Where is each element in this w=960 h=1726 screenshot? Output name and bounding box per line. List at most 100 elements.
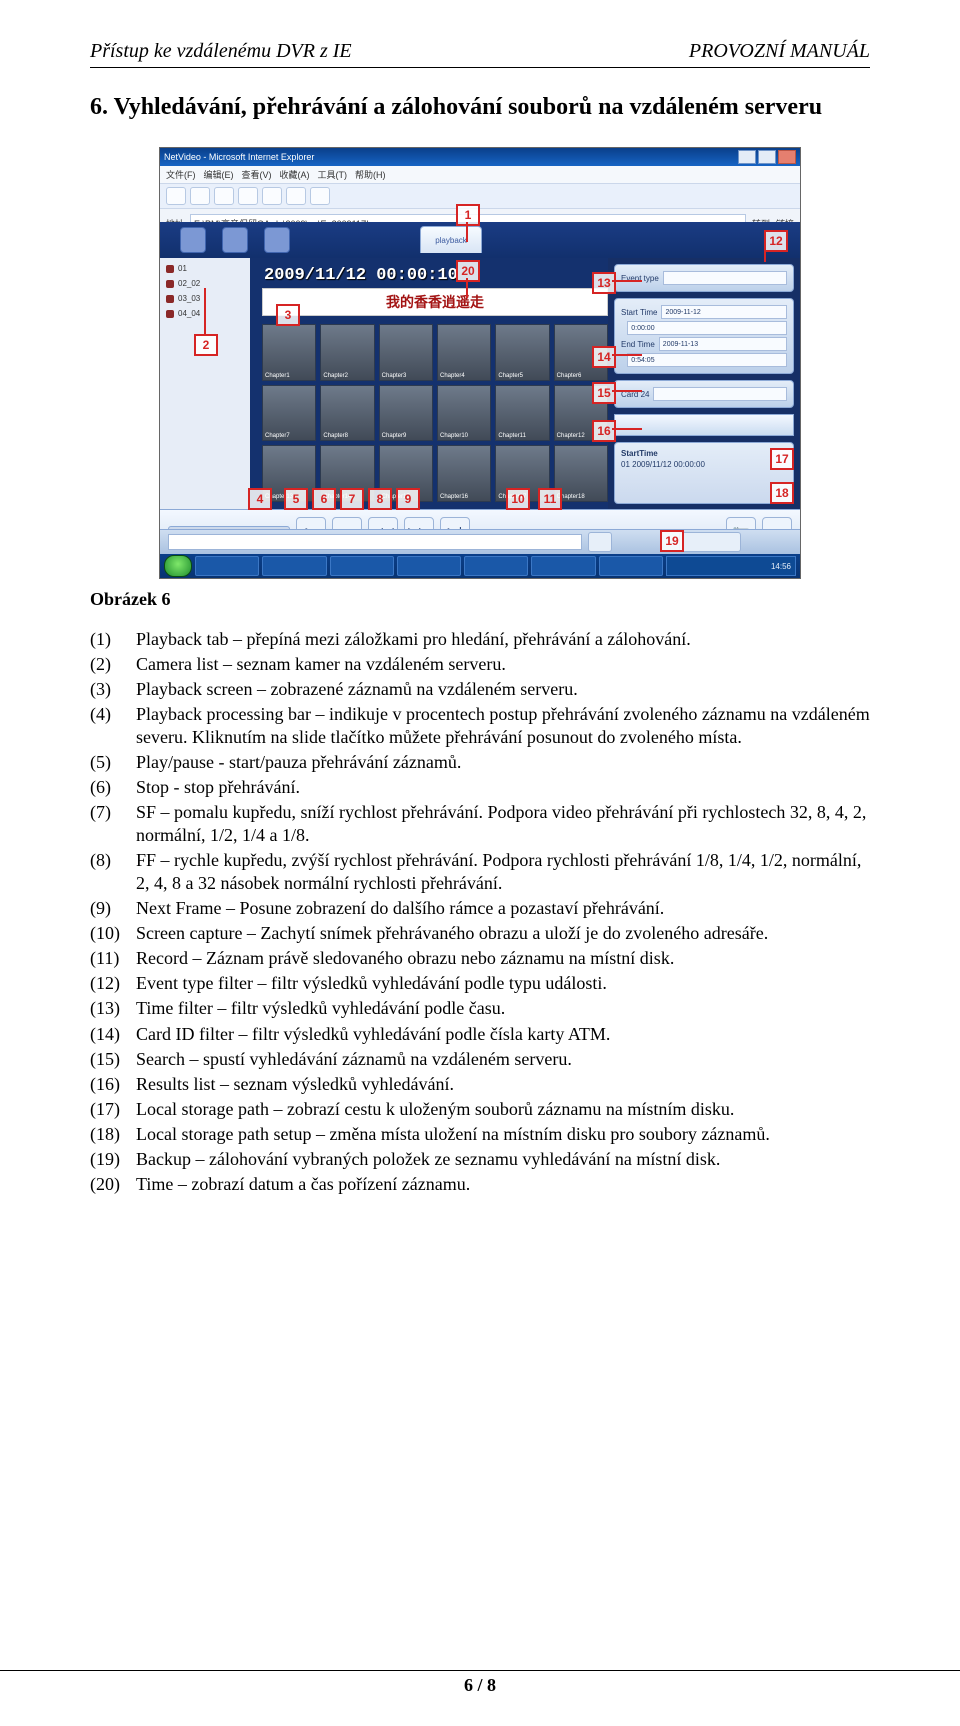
legend-text: Time filter – filtr výsledků vyhledávání… <box>136 997 870 1020</box>
thumbnail[interactable]: Chapter2 <box>320 324 374 381</box>
local-path-input[interactable] <box>168 534 582 550</box>
legend-text: Record – Záznam právě sledovaného obrazu… <box>136 947 870 970</box>
camera-icon <box>166 310 174 318</box>
menu-tools[interactable]: 工具(T) <box>318 168 348 181</box>
thumbnail[interactable]: Chapter7 <box>262 385 316 442</box>
legend-item: (15)Search – spustí vyhledávání záznamů … <box>90 1048 870 1071</box>
legend-text: SF – pomalu kupředu, sníží rychlost přeh… <box>136 801 870 847</box>
tab-playback[interactable]: playback <box>420 226 482 253</box>
header-rule <box>90 67 870 68</box>
camera-label: 04_04 <box>178 309 200 318</box>
nav-config-icon[interactable] <box>264 227 290 253</box>
callout-line <box>612 390 642 392</box>
card-id-input[interactable] <box>653 387 787 401</box>
legend-num: (20) <box>90 1173 136 1196</box>
backup-button[interactable] <box>679 532 741 552</box>
close-button[interactable] <box>778 150 796 164</box>
thumbnail[interactable]: Chapter10 <box>437 385 491 442</box>
taskbar-item[interactable] <box>599 556 663 576</box>
local-path-setup-button[interactable] <box>588 532 612 552</box>
maximize-button[interactable] <box>758 150 776 164</box>
minimize-button[interactable] <box>738 150 756 164</box>
legend-text: Screen capture – Zachytí snímek přehráva… <box>136 922 870 945</box>
legend-item: (1)Playback tab – přepíná mezi záložkami… <box>90 628 870 651</box>
camera-icon <box>166 295 174 303</box>
thumb-label: Chapter11 <box>498 433 526 439</box>
app-topbar: playback <box>160 222 800 258</box>
favorites-button[interactable] <box>310 187 330 205</box>
search-button[interactable] <box>286 187 306 205</box>
search-panel: Event type Start Time2009-11-12 0:00:00 … <box>608 258 800 510</box>
menu-view[interactable]: 查看(V) <box>242 168 272 181</box>
legend-item: (3)Playback screen – zobrazené záznamů n… <box>90 678 870 701</box>
thumb-label: Chapter4 <box>440 373 465 379</box>
thumbnail[interactable]: Chapter3 <box>379 324 433 381</box>
refresh-button[interactable] <box>238 187 258 205</box>
thumbnail[interactable]: Chapter9 <box>379 385 433 442</box>
menu-file[interactable]: 文件(F) <box>166 168 196 181</box>
callout-line <box>204 288 206 334</box>
search-run-button[interactable] <box>614 414 794 436</box>
legend-item: (18)Local storage path setup – změna mís… <box>90 1123 870 1146</box>
legend-text: Event type filter – filtr výsledků vyhle… <box>136 972 870 995</box>
legend-item: (17)Local storage path – zobrazí cestu k… <box>90 1098 870 1121</box>
results-list[interactable]: StartTime 01 2009/11/12 00:00:00 <box>614 442 794 504</box>
thumb-label: Chapter1 <box>265 373 290 379</box>
legend-item: (19)Backup – zálohování vybraných polože… <box>90 1148 870 1171</box>
thumbnail[interactable]: Chapter5 <box>495 324 549 381</box>
start-button[interactable] <box>164 555 192 577</box>
end-date-input[interactable]: 2009-11-13 <box>659 337 787 351</box>
legend-item: (20)Time – zobrazí datum a čas pořízení … <box>90 1173 870 1196</box>
camera-item[interactable]: 04_04 <box>166 309 256 318</box>
event-type-select[interactable] <box>663 271 787 285</box>
thumbnail[interactable]: Chapter4 <box>437 324 491 381</box>
callout-5: 5 <box>284 488 308 510</box>
taskbar-item[interactable] <box>464 556 528 576</box>
legend-item: (4)Playback processing bar – indikuje v … <box>90 703 870 749</box>
backup-bar <box>620 529 800 554</box>
legend-num: (15) <box>90 1048 136 1071</box>
legend-num: (19) <box>90 1148 136 1171</box>
callout-15: 15 <box>592 382 616 404</box>
legend-num: (8) <box>90 849 136 895</box>
thumb-label: Chapter9 <box>382 433 407 439</box>
nav-layout-icon[interactable] <box>222 227 248 253</box>
legend-text: Results list – seznam výsledků vyhledává… <box>136 1073 870 1096</box>
taskbar-item[interactable] <box>531 556 595 576</box>
menu-help[interactable]: 帮助(H) <box>355 168 386 181</box>
callout-13: 13 <box>592 272 616 294</box>
home-button[interactable] <box>262 187 282 205</box>
forward-button[interactable] <box>190 187 210 205</box>
end-time-input[interactable]: 0:54:05 <box>627 353 787 367</box>
browser-chrome: NetVideo - Microsoft Internet Explorer 文… <box>160 148 800 223</box>
legend-num: (9) <box>90 897 136 920</box>
camera-item[interactable]: 03_03 <box>166 294 256 303</box>
legend-num: (12) <box>90 972 136 995</box>
thumbnail[interactable]: Chapter16 <box>437 445 491 502</box>
result-row[interactable]: 01 2009/11/12 00:00:00 <box>621 460 705 469</box>
callout-1: 1 <box>456 204 480 226</box>
taskbar-item[interactable] <box>262 556 326 576</box>
thumbnail[interactable]: Chapter8 <box>320 385 374 442</box>
taskbar-item[interactable] <box>195 556 259 576</box>
menu-edit[interactable]: 编辑(E) <box>204 168 234 181</box>
start-date-input[interactable]: 2009-11-12 <box>661 305 787 319</box>
back-button[interactable] <box>166 187 186 205</box>
stop-nav-button[interactable] <box>214 187 234 205</box>
callout-19: 19 <box>660 530 684 552</box>
system-tray[interactable]: 14:56 <box>666 556 796 576</box>
thumb-label: Chapter16 <box>440 494 468 500</box>
legend-text: Card ID filter – filtr výsledků vyhledáv… <box>136 1023 870 1046</box>
camera-item[interactable]: 01 <box>166 264 256 273</box>
thumbnail[interactable]: Chapter1 <box>262 324 316 381</box>
nav-home-icon[interactable] <box>180 227 206 253</box>
taskbar-item[interactable] <box>330 556 394 576</box>
page-number: 6 / 8 <box>464 1675 496 1695</box>
menu-favorites[interactable]: 收藏(A) <box>280 168 310 181</box>
taskbar-item[interactable] <box>397 556 461 576</box>
camera-item[interactable]: 02_02 <box>166 279 256 288</box>
start-time-input[interactable]: 0:00:00 <box>627 321 787 335</box>
window-buttons <box>738 150 796 164</box>
page-header: Přístup ke vzdálenému DVR z IE PROVOZNÍ … <box>90 40 870 63</box>
thumbnail[interactable]: Chapter11 <box>495 385 549 442</box>
